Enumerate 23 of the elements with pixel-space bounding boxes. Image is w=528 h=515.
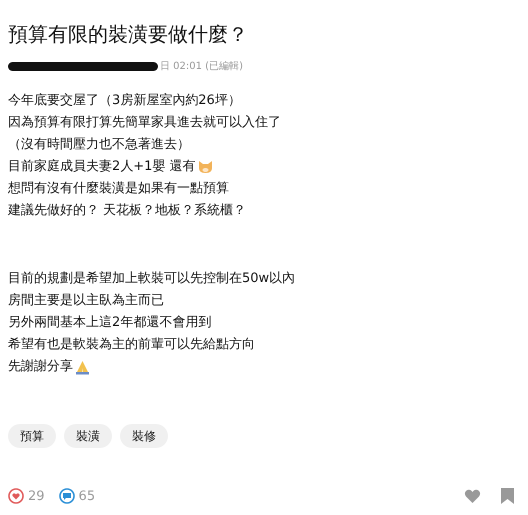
topic-tag[interactable]: 預算 [8,424,56,448]
body-text-line: 另外兩間基本上這2年都還不會用到 [8,314,212,332]
body-text-line: 因為預算有限打算先簡單家具進去就可以入住了 [8,114,281,132]
cat-face-icon [198,160,213,174]
post-timestamp: 日 02:01 (已編輯) [160,60,243,73]
topic-tag[interactable]: 裝潢 [64,424,112,448]
like-count: 29 [28,488,45,504]
heart-reaction-icon [8,488,24,504]
comment-icon [58,488,75,504]
bookmark-icon[interactable] [501,488,514,504]
topic-tag[interactable]: 裝修 [120,424,168,448]
body-text-line: 先謝謝分享 [8,358,73,376]
body-text-line: 希望有也是軟裝為主的前輩可以先給點方向 [8,336,255,354]
heart-icon[interactable] [464,488,481,504]
body-text-line: 今年底要交屋了（3房新屋室內約26坪） [8,92,241,110]
body-text-line: 目前的規劃是希望加上軟裝可以先控制在50w以內 [8,270,296,288]
post-title: 預算有限的裝潢要做什麼？ [8,21,249,48]
body-text-line: 目前家庭成員夫妻2人+1嬰 還有 [8,158,196,176]
comment-count: 65 [78,488,96,504]
body-text-line: （沒有時間壓力也不急著進去） [8,136,190,154]
body-text-line: 建議先做好的？ 天花板？地板？系統櫃？ [8,202,246,220]
body-text-line: 想問有沒有什麼裝潢是如果有一點預算 [8,180,229,198]
body-text-line: 房間主要是以主臥為主而已 [8,292,164,310]
